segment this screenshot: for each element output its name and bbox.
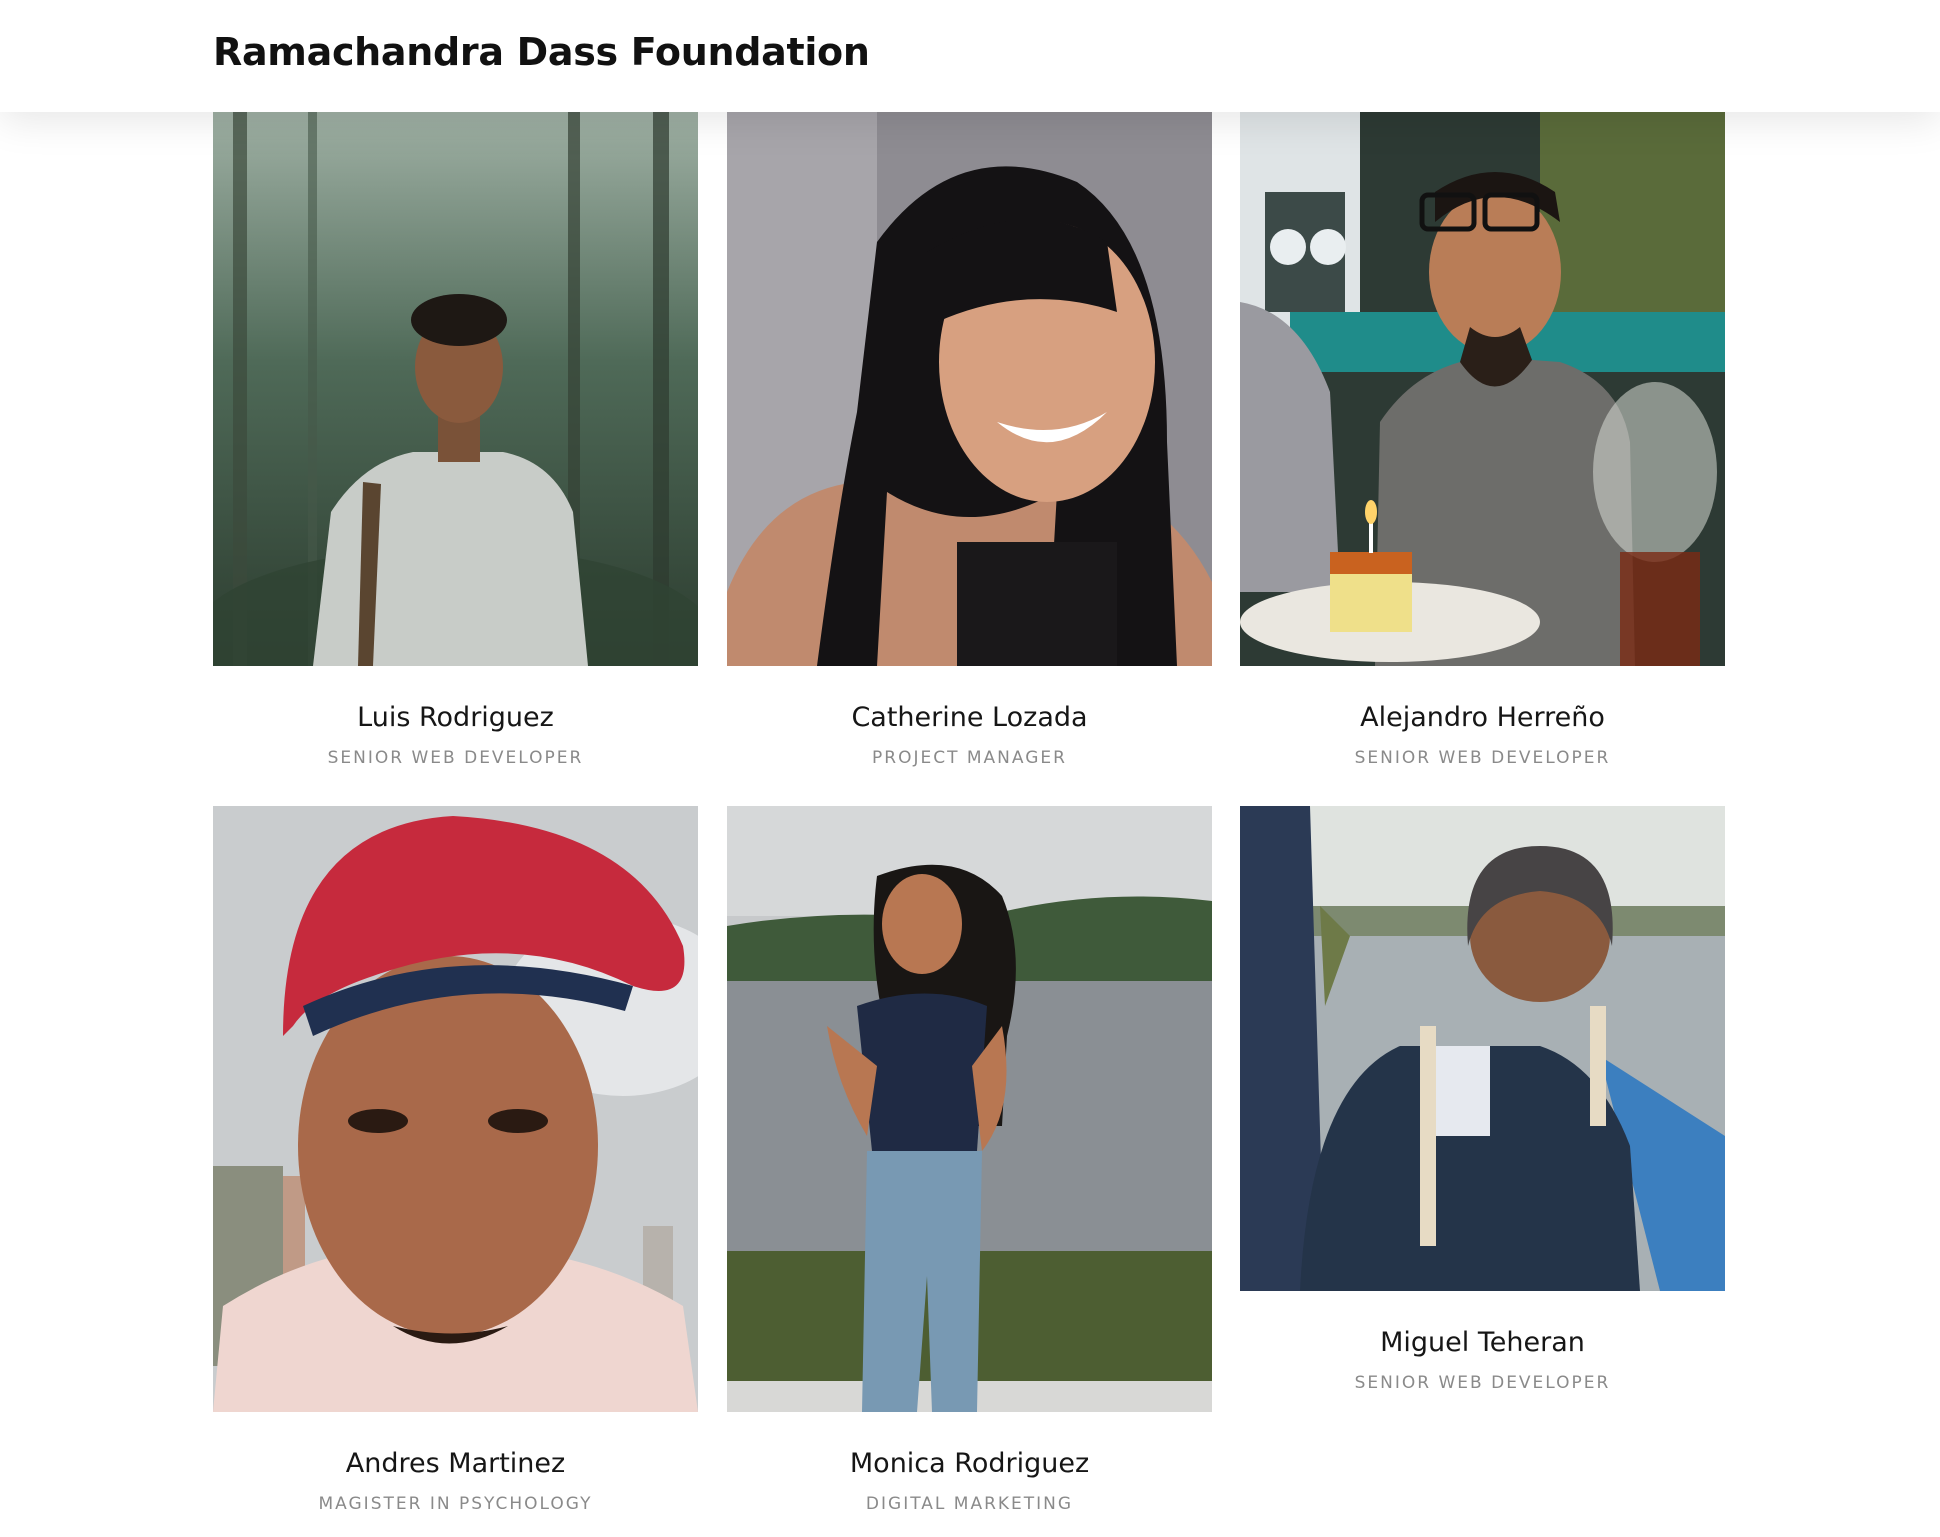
member-photo <box>213 112 698 666</box>
member-name: Miguel Teheran <box>1380 1327 1585 1358</box>
team-member-card[interactable]: Andres Martinez MAGISTER IN PSYCHOLOGY <box>213 806 698 1514</box>
forest-portrait-image <box>213 112 698 666</box>
member-name: Alejandro Herreño <box>1360 702 1605 733</box>
team-member-card[interactable]: Miguel Teheran SENIOR WEB DEVELOPER <box>1240 806 1725 1393</box>
member-name: Catherine Lozada <box>851 702 1088 733</box>
site-header: Ramachandra Dass Foundation <box>0 0 1940 112</box>
member-photo <box>1240 112 1725 666</box>
red-cap-portrait-image <box>213 806 698 1412</box>
member-name: Andres Martinez <box>345 1448 566 1479</box>
team-member-card[interactable]: Alejandro Herreño SENIOR WEB DEVELOPER <box>1240 112 1725 768</box>
team-member-card[interactable]: Monica Rodriguez DIGITAL MARKETING <box>727 806 1212 1514</box>
member-role: PROJECT MANAGER <box>872 748 1067 768</box>
team-member-card[interactable]: Luis Rodriguez SENIOR WEB DEVELOPER <box>213 112 698 768</box>
member-role: SENIOR WEB DEVELOPER <box>1354 1373 1611 1393</box>
team-grid: Luis Rodriguez SENIOR WEB DEVELOPER Cath… <box>0 0 1940 1537</box>
lakeside-woman-image <box>727 806 1212 1412</box>
member-name: Luis Rodriguez <box>357 702 554 733</box>
member-photo <box>727 806 1212 1412</box>
team-member-card[interactable]: Catherine Lozada PROJECT MANAGER <box>727 112 1212 768</box>
member-name: Monica Rodriguez <box>849 1448 1090 1479</box>
member-role: DIGITAL MARKETING <box>865 1494 1074 1514</box>
member-role: MAGISTER IN PSYCHOLOGY <box>318 1494 593 1514</box>
site-title[interactable]: Ramachandra Dass Foundation <box>213 30 870 74</box>
member-photo <box>213 806 698 1412</box>
member-role: SENIOR WEB DEVELOPER <box>327 748 584 768</box>
member-role: SENIOR WEB DEVELOPER <box>1354 748 1611 768</box>
member-photo <box>727 112 1212 666</box>
birthday-cake-image <box>1240 112 1725 666</box>
member-photo <box>1240 806 1725 1291</box>
boat-portrait-image <box>1240 806 1725 1291</box>
smiling-woman-image <box>727 112 1212 666</box>
